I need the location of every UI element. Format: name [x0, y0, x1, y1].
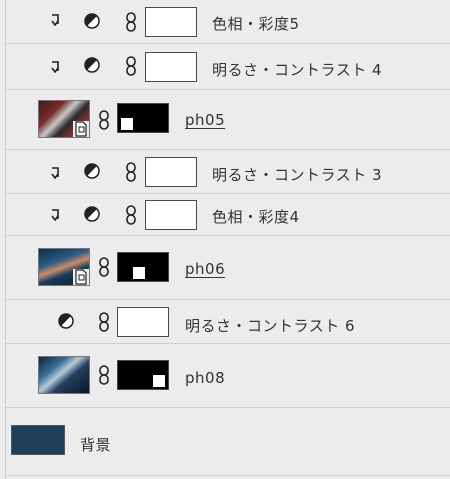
- layer-thumbnail[interactable]: [11, 425, 65, 455]
- layer-row[interactable]: 色相・彩度5: [6, 0, 450, 44]
- layer-row[interactable]: ph06: [6, 236, 450, 300]
- link-icon[interactable]: [124, 204, 138, 226]
- smart-object-icon: [73, 269, 89, 285]
- clipping-arrow-icon: [51, 61, 59, 73]
- link-icon[interactable]: [97, 256, 111, 278]
- layer-name[interactable]: 明るさ・コントラスト 4: [212, 59, 382, 80]
- layer-name[interactable]: 明るさ・コントラスト 3: [212, 164, 382, 185]
- layer-mask-thumbnail[interactable]: [117, 252, 169, 282]
- layer-name[interactable]: ph05: [185, 111, 225, 129]
- layer-name[interactable]: ph08: [185, 369, 225, 387]
- mask-white-area: [121, 118, 133, 130]
- layer-mask-thumbnail[interactable]: [117, 360, 169, 390]
- layer-row[interactable]: 明るさ・コントラスト 6: [6, 300, 450, 344]
- layer-thumbnail[interactable]: [38, 248, 90, 286]
- layer-thumbnail[interactable]: [38, 100, 90, 138]
- link-icon[interactable]: [97, 109, 111, 131]
- layers-panel: 色相・彩度5 明るさ・コントラスト 4 ph05 明るさ・コントラスト 3 色相…: [0, 0, 450, 479]
- mask-white-area: [153, 375, 165, 387]
- smart-object-icon: [73, 121, 89, 137]
- clipping-arrow-icon: [51, 14, 59, 26]
- layer-row[interactable]: 色相・彩度4: [6, 194, 450, 236]
- mask-white-area: [133, 267, 145, 279]
- link-icon[interactable]: [124, 161, 138, 183]
- layer-mask-thumbnail[interactable]: [145, 157, 197, 187]
- layer-mask-thumbnail[interactable]: [117, 103, 169, 133]
- link-icon[interactable]: [97, 311, 111, 333]
- layer-row[interactable]: 背景: [6, 408, 450, 476]
- clipping-arrow-icon: [51, 209, 59, 221]
- layer-name[interactable]: 明るさ・コントラスト 6: [185, 315, 355, 336]
- layer-name[interactable]: ph06: [185, 260, 225, 278]
- link-icon[interactable]: [97, 364, 111, 386]
- layer-row[interactable]: ph05: [6, 90, 450, 150]
- layer-mask-thumbnail[interactable]: [145, 200, 197, 230]
- layer-row[interactable]: 明るさ・コントラスト 4: [6, 44, 450, 90]
- layer-mask-thumbnail[interactable]: [117, 307, 169, 337]
- layer-thumbnail[interactable]: [38, 356, 90, 394]
- link-icon[interactable]: [124, 11, 138, 33]
- adjustment-layer-icon: [84, 206, 100, 222]
- layer-name[interactable]: 色相・彩度5: [212, 13, 300, 34]
- adjustment-layer-icon: [84, 13, 100, 29]
- clipping-arrow-icon: [51, 167, 59, 179]
- layer-row[interactable]: 明るさ・コントラスト 3: [6, 150, 450, 194]
- layer-mask-thumbnail[interactable]: [145, 7, 197, 37]
- layer-row[interactable]: ph08: [6, 344, 450, 408]
- adjustment-layer-icon: [58, 313, 74, 329]
- adjustment-layer-icon: [84, 57, 100, 73]
- layer-mask-thumbnail[interactable]: [145, 52, 197, 82]
- link-icon[interactable]: [124, 55, 138, 77]
- layer-name[interactable]: 色相・彩度4: [212, 206, 300, 227]
- adjustment-layer-icon: [84, 163, 100, 179]
- layer-name[interactable]: 背景: [80, 434, 111, 455]
